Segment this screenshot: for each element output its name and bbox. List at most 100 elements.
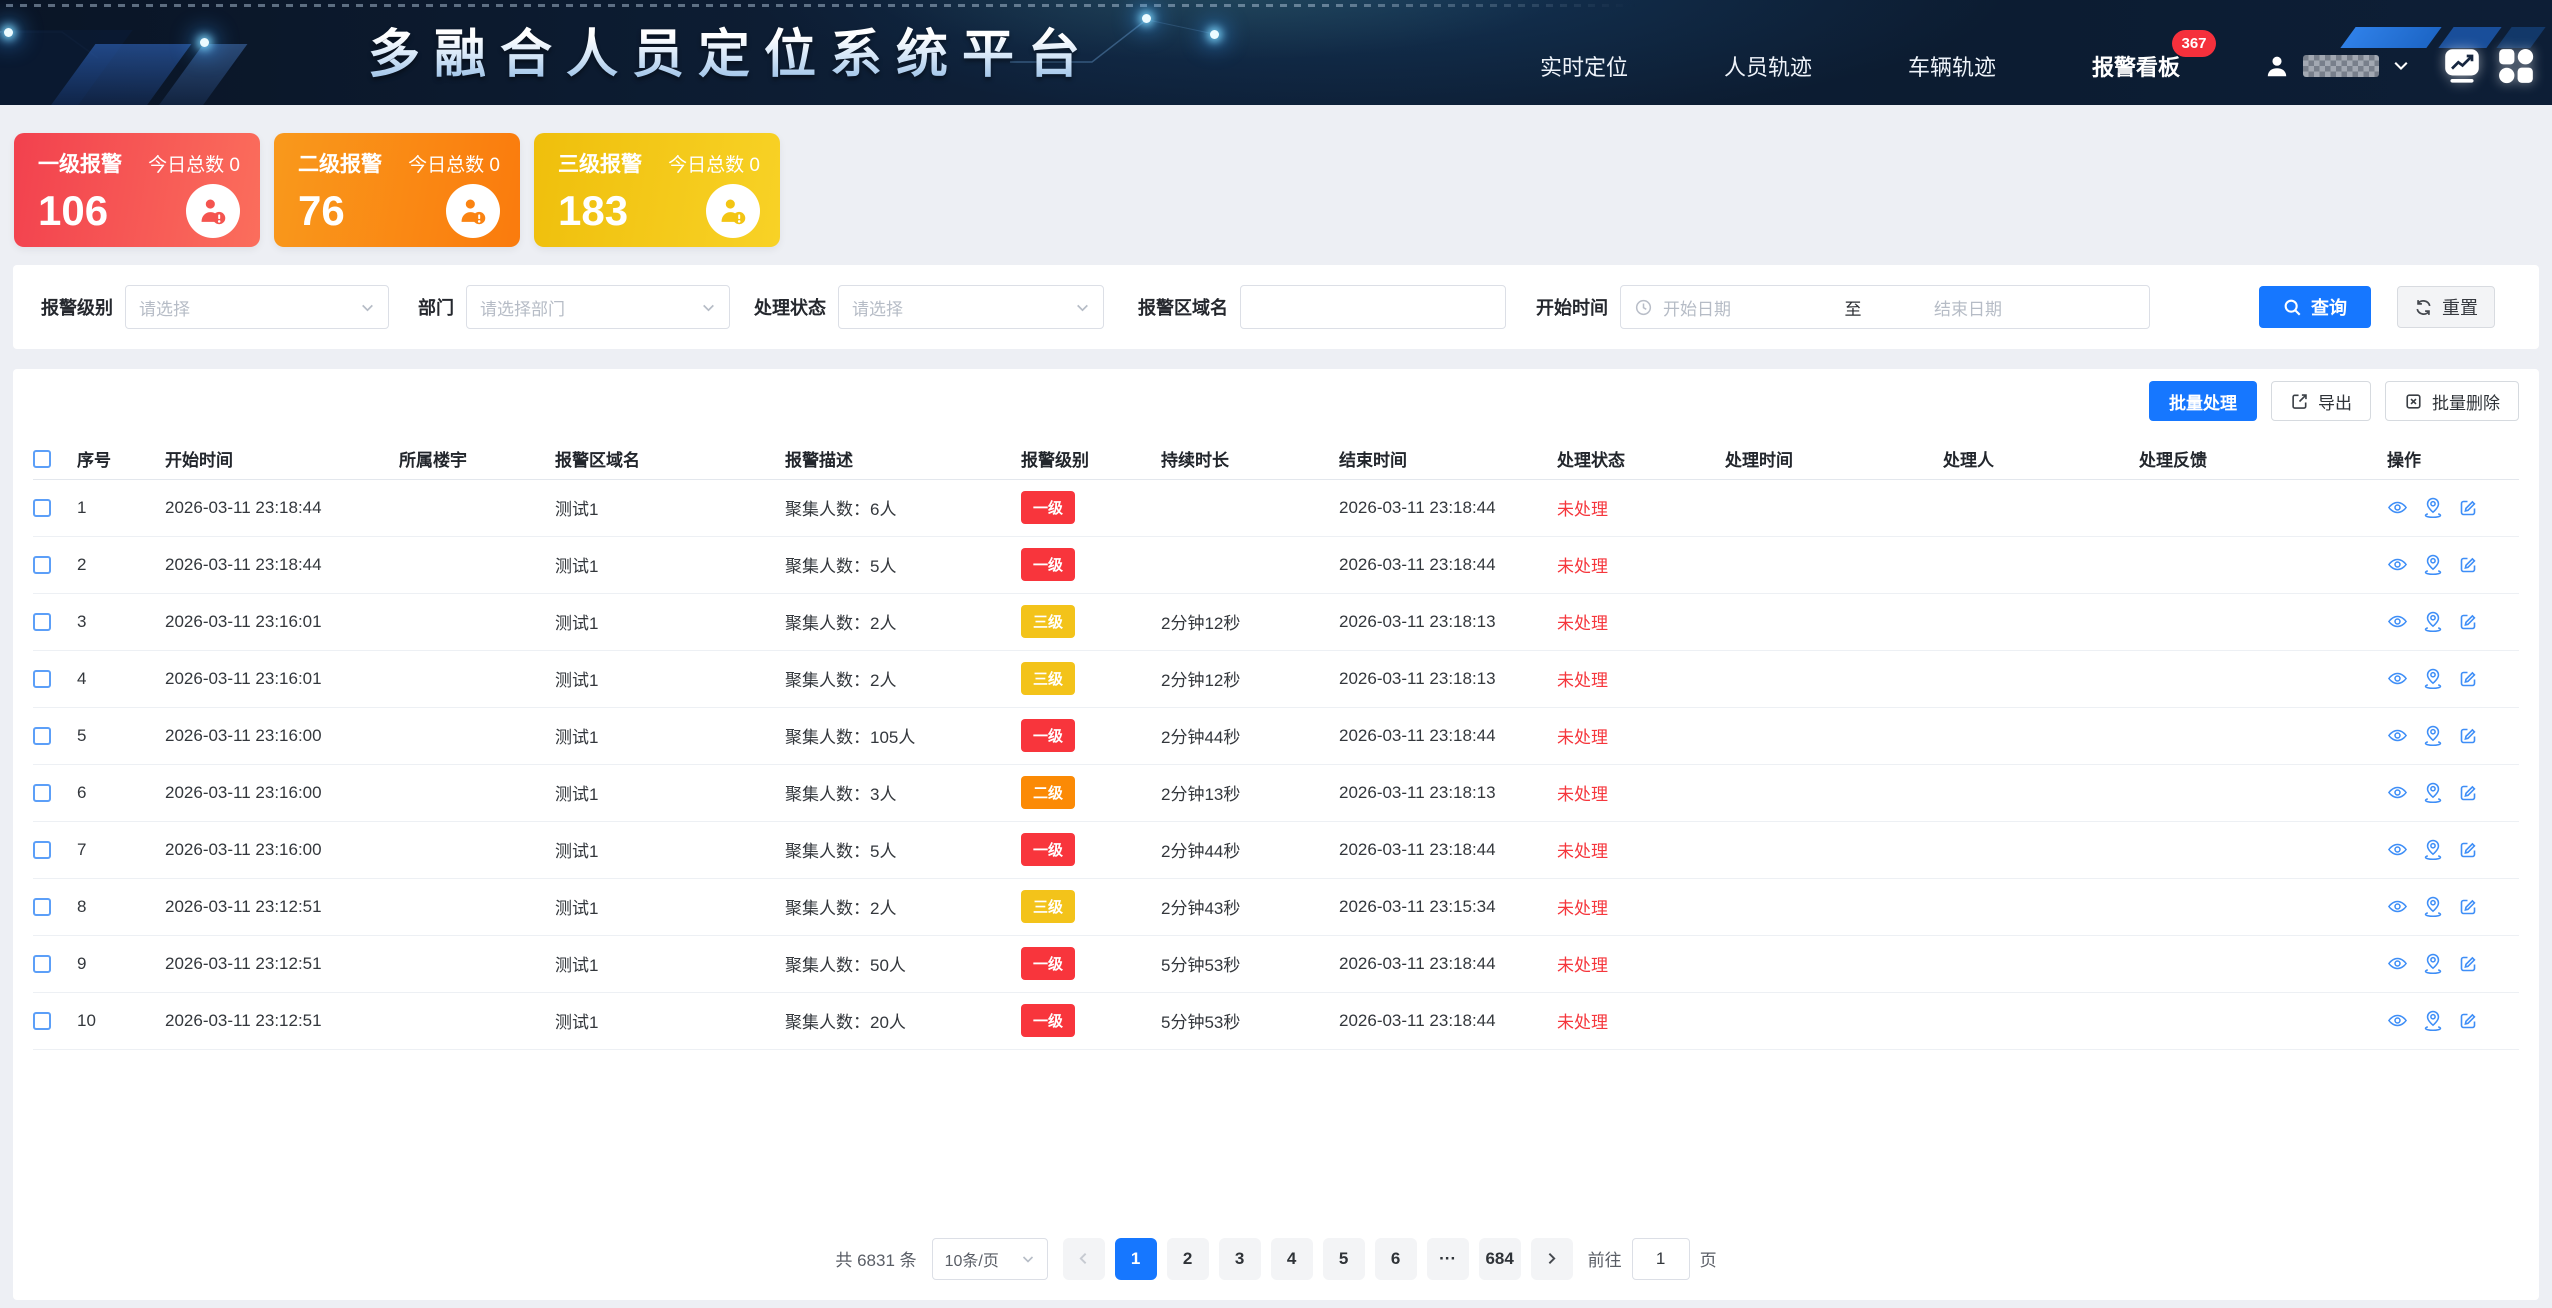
nav-item-realtime[interactable]: 实时定位: [1540, 50, 1628, 82]
cell-end-time: 2026-03-11 23:18:13: [1339, 764, 1557, 821]
level-badge: 一级: [1021, 491, 1075, 524]
view-icon[interactable]: [2387, 953, 2408, 974]
location-pin-icon[interactable]: [2422, 895, 2444, 918]
row-checkbox[interactable]: [33, 613, 51, 631]
row-checkbox[interactable]: [33, 955, 51, 973]
row-checkbox[interactable]: [33, 670, 51, 688]
nav-item-person-track[interactable]: 人员轨迹: [1724, 50, 1812, 82]
location-pin-icon[interactable]: [2422, 781, 2444, 804]
view-icon[interactable]: [2387, 1010, 2408, 1031]
cell-end-time: 2026-03-11 23:18:13: [1339, 593, 1557, 650]
page-button[interactable]: 6: [1375, 1238, 1417, 1280]
page-button[interactable]: 3: [1219, 1238, 1261, 1280]
location-pin-icon[interactable]: [2422, 553, 2444, 576]
card-level3-alarm[interactable]: 三级报警 今日总数 0 183: [534, 133, 780, 247]
edit-icon[interactable]: [2458, 669, 2478, 689]
cell-description: 聚集人数：5人: [785, 536, 1021, 593]
card-today-total: 今日总数 0: [668, 150, 760, 177]
view-icon[interactable]: [2387, 839, 2408, 860]
glow-dot: [200, 38, 209, 47]
batch-process-button[interactable]: 批量处理: [2149, 381, 2257, 421]
view-icon[interactable]: [2387, 668, 2408, 689]
edit-icon[interactable]: [2458, 612, 2478, 632]
card-level1-alarm[interactable]: 一级报警 今日总数 0 106: [14, 133, 260, 247]
nav-item-alarm-board[interactable]: 报警看板 367: [2092, 50, 2180, 82]
area-name-input[interactable]: [1254, 287, 1492, 327]
table-row: 1 2026-03-11 23:18:44 测试1 聚集人数：6人 一级 202…: [33, 479, 2519, 536]
date-separator: 至: [1823, 295, 1883, 320]
apps-grid-icon[interactable]: [2496, 46, 2536, 86]
edit-icon[interactable]: [2458, 498, 2478, 518]
row-checkbox[interactable]: [33, 727, 51, 745]
date-range-picker[interactable]: 开始日期 至 结束日期: [1620, 285, 2150, 329]
location-pin-icon[interactable]: [2422, 952, 2444, 975]
department-select[interactable]: 请选择部门: [466, 285, 730, 329]
edit-icon[interactable]: [2458, 726, 2478, 746]
pagination: 共 6831 条 10条/页 123456 ··· 684 前往 页: [33, 1238, 2519, 1280]
page-button[interactable]: 2: [1167, 1238, 1209, 1280]
table-row: 4 2026-03-11 23:16:01 测试1 聚集人数：2人 三级 2分钟…: [33, 650, 2519, 707]
nav-item-vehicle-track[interactable]: 车辆轨迹: [1908, 50, 1996, 82]
location-pin-icon[interactable]: [2422, 724, 2444, 747]
row-checkbox[interactable]: [33, 841, 51, 859]
reset-button[interactable]: 重置: [2397, 286, 2495, 328]
chevron-right-icon: [1544, 1251, 1559, 1266]
search-button[interactable]: 查询: [2259, 286, 2371, 328]
start-date-placeholder[interactable]: 开始日期: [1653, 295, 1823, 320]
cell-area-name: 测试1: [555, 536, 785, 593]
row-checkbox[interactable]: [33, 1012, 51, 1030]
location-pin-icon[interactable]: [2422, 610, 2444, 633]
edit-icon[interactable]: [2458, 840, 2478, 860]
cell-building: [399, 593, 555, 650]
top-navbar: 多融合人员定位系统平台 实时定位 人员轨迹 车辆轨迹 报警看板 367: [0, 0, 2552, 105]
process-status-select[interactable]: 请选择: [838, 285, 1104, 329]
cell-feedback: [2139, 935, 2387, 992]
last-page-button[interactable]: 684: [1479, 1238, 1521, 1280]
cell-status: 未处理: [1557, 821, 1725, 878]
page-size-select[interactable]: 10条/页: [932, 1238, 1048, 1280]
edit-icon[interactable]: [2458, 1011, 2478, 1031]
location-pin-icon[interactable]: [2422, 496, 2444, 519]
chevron-down-icon: [1021, 1252, 1035, 1266]
batch-delete-button[interactable]: 批量删除: [2385, 381, 2519, 421]
chevron-down-icon[interactable]: [2392, 57, 2410, 75]
edit-icon[interactable]: [2458, 954, 2478, 974]
end-date-placeholder[interactable]: 结束日期: [1883, 295, 2053, 320]
table-row: 9 2026-03-11 23:12:51 测试1 聚集人数：50人 一级 5分…: [33, 935, 2519, 992]
location-pin-icon[interactable]: [2422, 1009, 2444, 1032]
select-all-checkbox[interactable]: [33, 450, 51, 468]
cell-seq: 1: [77, 479, 165, 536]
cell-start-time: 2026-03-11 23:12:51: [165, 992, 399, 1049]
alarm-level-select[interactable]: 请选择: [125, 285, 389, 329]
cell-processor: [1943, 593, 2139, 650]
data-screen-icon[interactable]: [2441, 45, 2483, 87]
row-checkbox[interactable]: [33, 556, 51, 574]
pager-ellipsis[interactable]: ···: [1427, 1238, 1469, 1280]
location-pin-icon[interactable]: [2422, 667, 2444, 690]
page-button[interactable]: 1: [1115, 1238, 1157, 1280]
goto-page-input[interactable]: [1632, 1238, 1690, 1280]
next-page-button[interactable]: [1531, 1238, 1573, 1280]
view-icon[interactable]: [2387, 725, 2408, 746]
edit-icon[interactable]: [2458, 555, 2478, 575]
view-icon[interactable]: [2387, 554, 2408, 575]
row-checkbox[interactable]: [33, 784, 51, 802]
view-icon[interactable]: [2387, 782, 2408, 803]
row-checkbox[interactable]: [33, 499, 51, 517]
view-icon[interactable]: [2387, 497, 2408, 518]
row-checkbox[interactable]: [33, 898, 51, 916]
user-name-blurred[interactable]: [2303, 55, 2379, 77]
edit-icon[interactable]: [2458, 783, 2478, 803]
location-pin-icon[interactable]: [2422, 838, 2444, 861]
view-icon[interactable]: [2387, 896, 2408, 917]
person-alert-icon: [446, 184, 500, 238]
export-button[interactable]: 导出: [2271, 381, 2371, 421]
view-icon[interactable]: [2387, 611, 2408, 632]
cell-end-time: 2026-03-11 23:15:34: [1339, 878, 1557, 935]
page-button[interactable]: 4: [1271, 1238, 1313, 1280]
edit-icon[interactable]: [2458, 897, 2478, 917]
page-button[interactable]: 5: [1323, 1238, 1365, 1280]
table-row: 5 2026-03-11 23:16:00 测试1 聚集人数：105人 一级 2…: [33, 707, 2519, 764]
prev-page-button[interactable]: [1063, 1238, 1105, 1280]
card-level2-alarm[interactable]: 二级报警 今日总数 0 76: [274, 133, 520, 247]
